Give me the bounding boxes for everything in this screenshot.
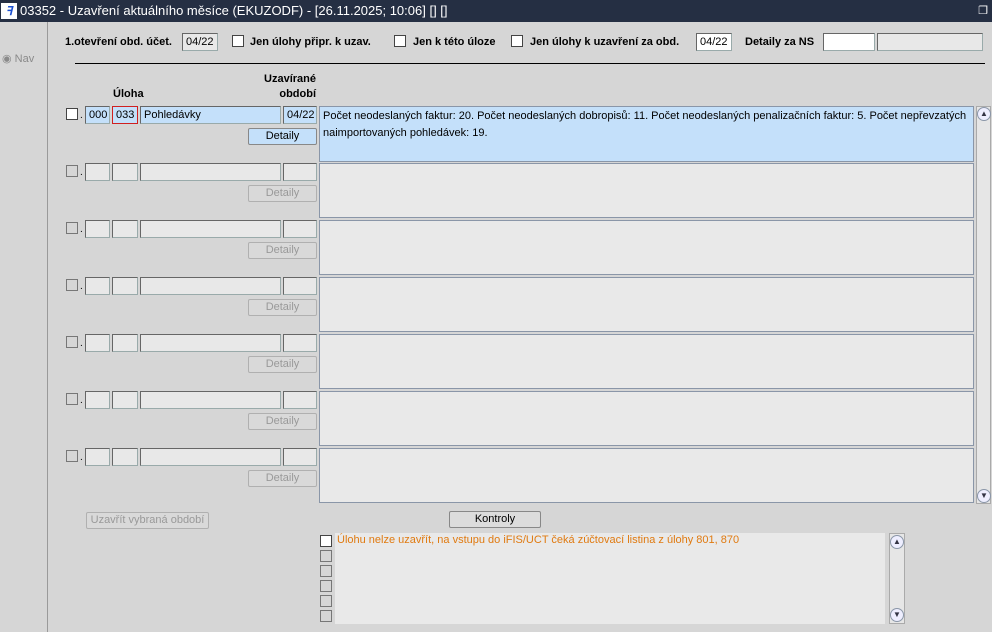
only-prepared-checkbox[interactable]	[232, 35, 244, 47]
only-closing-checkbox[interactable]	[511, 35, 523, 47]
message-checkbox[interactable]	[320, 550, 332, 562]
details-button[interactable]: Detaily	[248, 128, 317, 145]
only-closing-period-field[interactable]: 04/22	[696, 33, 732, 51]
task-code2-field[interactable]	[112, 334, 138, 352]
task-description	[319, 163, 974, 218]
message-checkbox[interactable]	[320, 565, 332, 577]
scroll-down-icon[interactable]: ▼	[890, 608, 904, 622]
row-select-checkbox[interactable]	[66, 222, 78, 234]
task-code2-field[interactable]	[112, 277, 138, 295]
row-dot: .	[80, 281, 83, 292]
message-text: Úlohu nelze uzavřít, na vstupu do iFIS/U…	[337, 534, 740, 546]
row-select-checkbox[interactable]	[66, 393, 78, 405]
row-select-checkbox[interactable]	[66, 279, 78, 291]
message-checkbox[interactable]	[320, 610, 332, 622]
period-field[interactable]	[283, 277, 317, 295]
divider	[75, 63, 985, 64]
details-ns-label: Detaily za NS	[745, 36, 815, 48]
message-checkbox[interactable]	[320, 535, 332, 547]
only-prepared-label: Jen úlohy připr. k uzav.	[250, 36, 371, 48]
task-code2-field[interactable]	[112, 448, 138, 466]
details-ns-field[interactable]	[823, 33, 875, 51]
nav-label: Nav	[14, 53, 35, 65]
messages-area	[335, 533, 885, 624]
period-column-header-line2: období	[279, 88, 316, 100]
only-closing-label: Jen úlohy k uzavření za obd.	[530, 36, 680, 48]
task-code2-field[interactable]	[112, 391, 138, 409]
row-dot: .	[80, 167, 83, 178]
rows-scrollbar[interactable]: ▲ ▼	[976, 106, 991, 504]
task-code2-field[interactable]: 033	[112, 106, 138, 124]
first-open-field[interactable]: 04/22	[182, 33, 218, 51]
task-code1-field[interactable]	[85, 448, 110, 466]
period-field[interactable]	[283, 448, 317, 466]
period-field[interactable]: 04/22	[283, 106, 317, 124]
details-button[interactable]: Detaily	[248, 185, 317, 202]
row-select-checkbox[interactable]	[66, 336, 78, 348]
nav-radio[interactable]: ◉ Nav	[2, 52, 34, 65]
task-code1-field[interactable]	[85, 163, 110, 181]
scroll-up-icon[interactable]: ▲	[977, 107, 991, 121]
only-this-task-label: Jen k této úloze	[413, 36, 496, 48]
messages-scrollbar[interactable]: ▲ ▼	[889, 533, 905, 624]
row-dot: .	[80, 110, 83, 121]
message-checkbox[interactable]	[320, 595, 332, 607]
task-description	[319, 391, 974, 446]
period-field[interactable]	[283, 163, 317, 181]
task-name-field[interactable]	[140, 391, 281, 409]
task-description	[319, 334, 974, 389]
task-description: Počet neodeslaných faktur: 20. Počet neo…	[319, 106, 974, 162]
task-code1-field[interactable]	[85, 391, 110, 409]
period-field[interactable]	[283, 334, 317, 352]
period-column-header-line1: Uzavírané	[264, 73, 316, 85]
task-description	[319, 220, 974, 275]
task-code1-field[interactable]	[85, 277, 110, 295]
task-code1-field[interactable]	[85, 334, 110, 352]
scroll-down-icon[interactable]: ▼	[977, 489, 991, 503]
row-dot: .	[80, 395, 83, 406]
title-bar: ꟻ 03352 - Uzavření aktuálního měsíce (EK…	[0, 0, 992, 22]
checks-button[interactable]: Kontroly	[449, 511, 541, 528]
scroll-up-icon[interactable]: ▲	[890, 535, 904, 549]
window-title: 03352 - Uzavření aktuálního měsíce (EKUZ…	[20, 3, 448, 18]
task-code2-field[interactable]	[112, 163, 138, 181]
row-select-checkbox[interactable]	[66, 165, 78, 177]
row-dot: .	[80, 338, 83, 349]
task-code1-field[interactable]: 000	[85, 106, 110, 124]
task-name-field[interactable]: Pohledávky	[140, 106, 281, 124]
task-description	[319, 277, 974, 332]
restore-window-icon[interactable]: ❐	[978, 0, 988, 22]
row-dot: .	[80, 452, 83, 463]
task-name-field[interactable]	[140, 220, 281, 238]
task-code1-field[interactable]	[85, 220, 110, 238]
message-checkbox[interactable]	[320, 580, 332, 592]
first-open-label: 1.otevření obd. účet.	[65, 36, 172, 48]
details-ns-name-field	[877, 33, 983, 51]
task-name-field[interactable]	[140, 277, 281, 295]
details-button[interactable]: Detaily	[248, 413, 317, 430]
task-column-header: Úloha	[113, 88, 144, 100]
row-dot: .	[80, 224, 83, 235]
only-this-task-checkbox[interactable]	[394, 35, 406, 47]
radio-icon: ◉	[2, 53, 12, 65]
details-button[interactable]: Detaily	[248, 242, 317, 259]
details-button[interactable]: Detaily	[248, 299, 317, 316]
task-name-field[interactable]	[140, 334, 281, 352]
task-code2-field[interactable]	[112, 220, 138, 238]
period-field[interactable]	[283, 220, 317, 238]
period-field[interactable]	[283, 391, 317, 409]
task-name-field[interactable]	[140, 448, 281, 466]
task-description	[319, 448, 974, 503]
details-button[interactable]: Detaily	[248, 470, 317, 487]
row-select-checkbox[interactable]	[66, 108, 78, 120]
close-selected-button[interactable]: Uzavřít vybraná období	[86, 512, 209, 529]
app-logo-icon: ꟻ	[1, 3, 17, 19]
left-panel: ◉ Nav	[0, 22, 48, 632]
row-select-checkbox[interactable]	[66, 450, 78, 462]
details-button[interactable]: Detaily	[248, 356, 317, 373]
task-name-field[interactable]	[140, 163, 281, 181]
